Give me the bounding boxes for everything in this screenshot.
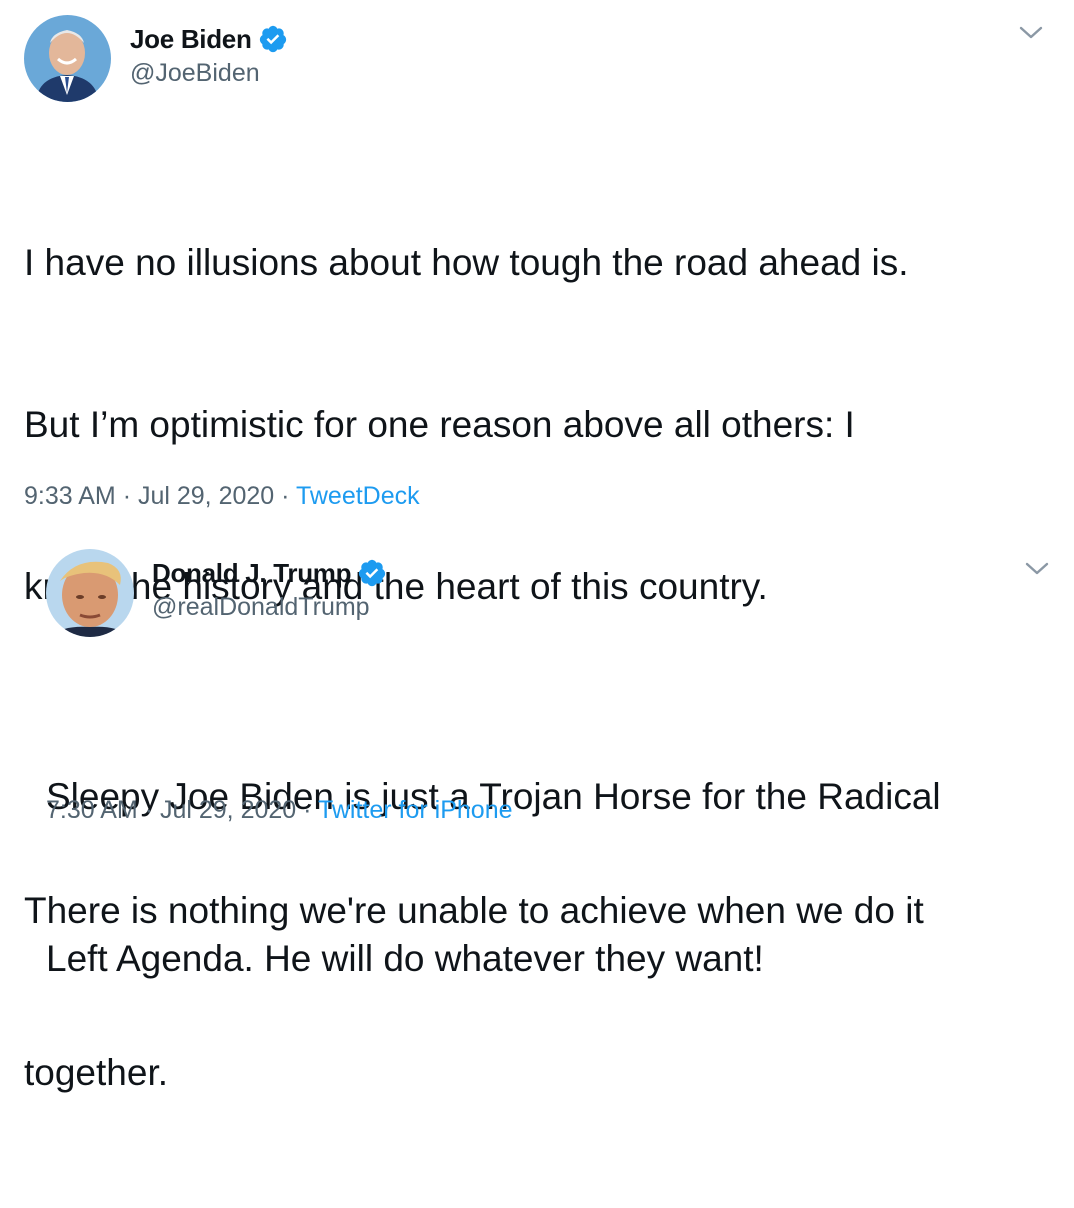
tweet-line: But I’m optimistic for one reason above … <box>24 404 855 445</box>
display-name[interactable]: Joe Biden <box>130 24 252 55</box>
tweet-text: Sleepy Joe Biden is just a Trojan Horse … <box>46 662 1056 1094</box>
separator: · <box>144 796 154 824</box>
chevron-down-icon[interactable] <box>1024 560 1050 583</box>
tweet-source-link[interactable]: Twitter for iPhone <box>318 796 513 824</box>
tweet-date[interactable]: Jul 29, 2020 <box>160 796 296 824</box>
joe-biden-avatar-icon <box>24 15 111 102</box>
handle[interactable]: @realDonaldTrump <box>152 593 370 622</box>
chevron-down-icon[interactable] <box>1018 24 1044 47</box>
donald-trump-avatar-icon <box>46 549 134 637</box>
tweet-donald-trump[interactable]: Donald J. Trump @realDonaldTrump Sleepy … <box>0 520 1074 979</box>
tweet-meta: 7:30 AM · Jul 29, 2020 · Twitter for iPh… <box>46 796 513 825</box>
tweet-time[interactable]: 7:30 AM <box>46 796 138 824</box>
separator: · <box>303 796 312 824</box>
tweet-source-link[interactable]: TweetDeck <box>296 482 420 510</box>
tweet-joe-biden[interactable]: Joe Biden @JoeBiden I have no illusions … <box>0 0 1074 1093</box>
avatar[interactable] <box>24 15 111 102</box>
display-name[interactable]: Donald J. Trump <box>152 558 351 589</box>
handle[interactable]: @JoeBiden <box>130 59 260 88</box>
avatar[interactable] <box>46 549 134 637</box>
separator: · <box>122 482 132 510</box>
verified-badge-icon <box>258 24 288 54</box>
separator: · <box>281 482 290 510</box>
tweet-meta: 9:33 AM · Jul 29, 2020 · TweetDeck <box>24 482 420 511</box>
tweet-line: I have no illusions about how tough the … <box>24 242 909 283</box>
tweet-time[interactable]: 9:33 AM <box>24 482 116 510</box>
tweet-date[interactable]: Jul 29, 2020 <box>138 482 274 510</box>
verified-badge-icon <box>357 558 387 588</box>
tweet-line: Left Agenda. He will do whatever they wa… <box>46 938 764 979</box>
